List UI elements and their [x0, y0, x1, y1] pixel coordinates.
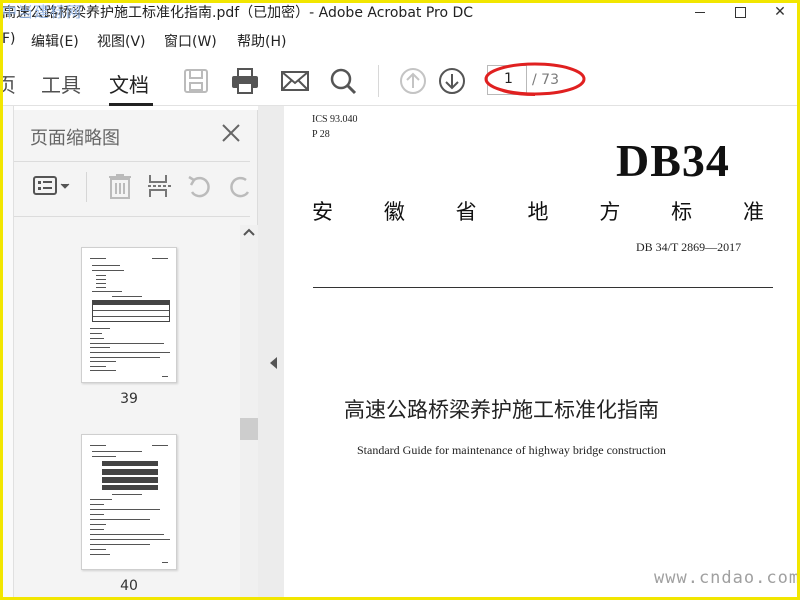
heading-char: 准 — [742, 200, 764, 224]
email-icon[interactable] — [280, 66, 310, 96]
menu-edit[interactable]: 编辑(E) — [31, 31, 79, 51]
page-thumbnail[interactable] — [81, 247, 177, 383]
panel-divider — [14, 161, 250, 162]
heading-char: 方 — [599, 200, 621, 224]
standard-number: DB 34/T 2869—2017 — [636, 240, 742, 254]
panel-divider — [14, 216, 250, 217]
close-panel-icon[interactable] — [220, 122, 242, 144]
maximize-button[interactable] — [720, 0, 760, 24]
page-thumbnail[interactable] — [81, 434, 177, 570]
site-watermark: 中当建标网 — [2, 3, 83, 21]
thumbnail-scrollbar[interactable] — [240, 225, 258, 600]
heading-char: 徽 — [383, 200, 405, 224]
menu-file[interactable]: F) — [2, 31, 16, 47]
collapse-panel-icon[interactable] — [270, 357, 277, 369]
highlight-ellipse — [484, 62, 586, 96]
menu-bar: F) 编辑(E) 视图(V) 窗口(W) 帮助(H) — [0, 27, 800, 53]
print-icon[interactable] — [230, 66, 260, 96]
close-icon: ✕ — [774, 4, 786, 20]
panel-title: 页面缩略图 — [30, 128, 120, 149]
title-bar: 高速公路桥梁养护施工标准化指南.pdf（已加密）- Adobe Acrobat … — [0, 0, 800, 24]
menu-view[interactable]: 视图(V) — [97, 31, 146, 51]
thumbnails-panel: 页面缩略图 39 40 — [14, 110, 258, 600]
save-icon[interactable] — [181, 66, 211, 96]
minimize-button[interactable] — [680, 0, 720, 24]
rotate-ccw-icon[interactable] — [186, 172, 214, 200]
heading-char: 安 — [312, 200, 333, 224]
panel-collapse-gutter — [258, 106, 284, 600]
province-standard-heading: 安 徽 省 地 方 标 准 — [312, 196, 764, 226]
toolbar: 页 工具 文档 1 / 73 — [0, 56, 800, 106]
search-icon[interactable] — [328, 66, 358, 96]
close-window-button[interactable]: ✕ — [760, 0, 800, 24]
left-rail — [0, 106, 14, 600]
thumbnail-page-number: 40 — [120, 578, 138, 594]
menu-help[interactable]: 帮助(H) — [237, 31, 286, 51]
scroll-up-icon[interactable] — [243, 227, 255, 237]
insert-icon[interactable] — [146, 172, 174, 200]
document-title-en: Standard Guide for maintenance of highwa… — [357, 443, 666, 457]
document-title-cn: 高速公路桥梁养护施工标准化指南 — [344, 398, 659, 422]
page-up-icon[interactable] — [398, 66, 428, 96]
scrollbar-thumb[interactable] — [240, 418, 258, 440]
document-page: ICS 93.040 P 28 DB34 安 徽 省 地 方 标 准 DB 34… — [284, 106, 800, 600]
heading-char: 省 — [455, 200, 477, 224]
db-code: DB34 — [616, 135, 730, 186]
thumbnail-page-number: 39 — [120, 391, 138, 407]
ics-code: ICS 93.040 — [312, 114, 358, 125]
heading-char: 标 — [671, 200, 693, 224]
footer-watermark: www.cndao.com — [654, 568, 800, 588]
heading-rule — [313, 287, 773, 288]
panel-tool-separator — [86, 172, 87, 202]
delete-icon[interactable] — [106, 172, 134, 200]
page-down-icon[interactable] — [437, 66, 467, 96]
toolbar-separator — [378, 65, 379, 97]
tab-tools[interactable]: 工具 — [41, 69, 81, 98]
tab-home[interactable]: 页 — [0, 69, 16, 98]
p-code: P 28 — [312, 129, 330, 140]
active-tab-indicator — [109, 103, 153, 106]
tab-document[interactable]: 文档 — [109, 69, 149, 98]
page-options-icon[interactable] — [32, 172, 74, 200]
heading-char: 地 — [527, 200, 549, 224]
menu-window[interactable]: 窗口(W) — [164, 31, 217, 51]
rotate-cw-icon[interactable] — [226, 172, 254, 200]
